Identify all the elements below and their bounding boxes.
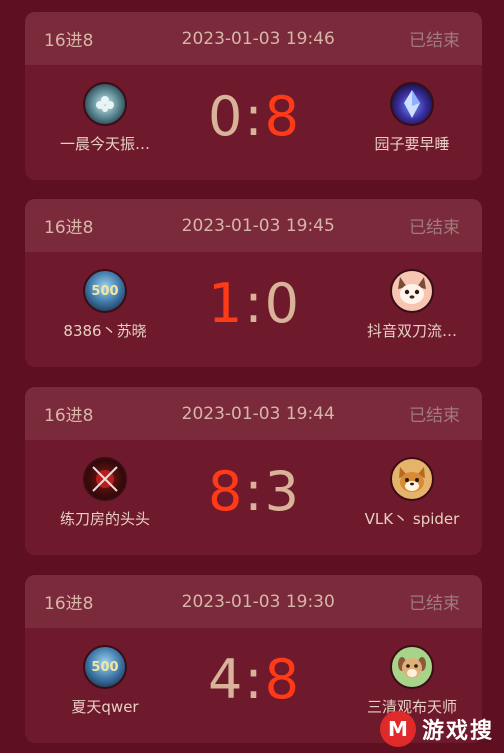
score-separator: : <box>244 272 263 335</box>
right-player[interactable]: 园子要早睡 <box>342 82 482 154</box>
match-header: 16进8 2023-01-03 19:30 已结束 <box>25 575 482 628</box>
left-score: 0 <box>208 85 243 148</box>
right-player[interactable]: 三清观布天师 <box>342 645 482 717</box>
player-name: VLK丶 spider <box>364 510 460 528</box>
watermark-text: 游戏搜 <box>421 719 494 744</box>
match-time: 2023-01-03 19:30 <box>181 591 335 612</box>
left-score: 4 <box>208 648 243 711</box>
match-header: 16进8 2023-01-03 19:44 已结束 <box>25 387 482 440</box>
match-card[interactable]: 16进8 2023-01-03 19:44 已结束 练刀房的头头 8:3 VLK… <box>25 387 482 555</box>
match-stage: 16进8 <box>44 594 94 614</box>
watermark: M 游戏搜 <box>379 711 494 747</box>
shiba-dog-icon <box>390 457 434 501</box>
blue-crystal-icon <box>390 82 434 126</box>
match-header: 16进8 2023-01-03 19:45 已结束 <box>25 199 482 252</box>
match-stage: 16进8 <box>44 406 94 426</box>
left-score: 1 <box>208 272 243 335</box>
match-card[interactable]: 16进8 2023-01-03 19:46 已结束 一晨今天振… 0:8 园子要… <box>25 12 482 180</box>
score-separator: : <box>244 85 263 148</box>
right-score: 8 <box>264 648 299 711</box>
watermark-logo: M <box>379 711 416 747</box>
match-status: 已结束 <box>409 31 460 51</box>
score-separator: : <box>244 460 263 523</box>
right-player[interactable]: VLK丶 spider <box>342 457 482 529</box>
match-status: 已结束 <box>409 406 460 426</box>
dog-character-icon <box>390 645 434 689</box>
right-player[interactable]: 抖音双刀流… <box>342 269 482 341</box>
left-score: 8 <box>208 460 243 523</box>
match-time: 2023-01-03 19:46 <box>181 28 335 49</box>
match-stage: 16进8 <box>44 218 94 238</box>
score-separator: : <box>244 648 263 711</box>
player-name: 抖音双刀流… <box>366 322 457 340</box>
match-card[interactable]: 16进8 2023-01-03 19:45 已结束 500 8386丶苏晓 1:… <box>25 199 482 367</box>
match-status: 已结束 <box>409 594 460 614</box>
cartoon-dog-icon <box>390 269 434 313</box>
right-score: 3 <box>264 460 299 523</box>
match-stage: 16进8 <box>44 31 94 51</box>
match-time: 2023-01-03 19:44 <box>181 403 335 424</box>
right-score: 0 <box>264 272 299 335</box>
player-name: 园子要早睡 <box>374 135 450 153</box>
right-score: 8 <box>264 85 299 148</box>
match-header: 16进8 2023-01-03 19:46 已结束 <box>25 12 482 65</box>
match-status: 已结束 <box>409 218 460 238</box>
match-time: 2023-01-03 19:45 <box>181 215 335 236</box>
